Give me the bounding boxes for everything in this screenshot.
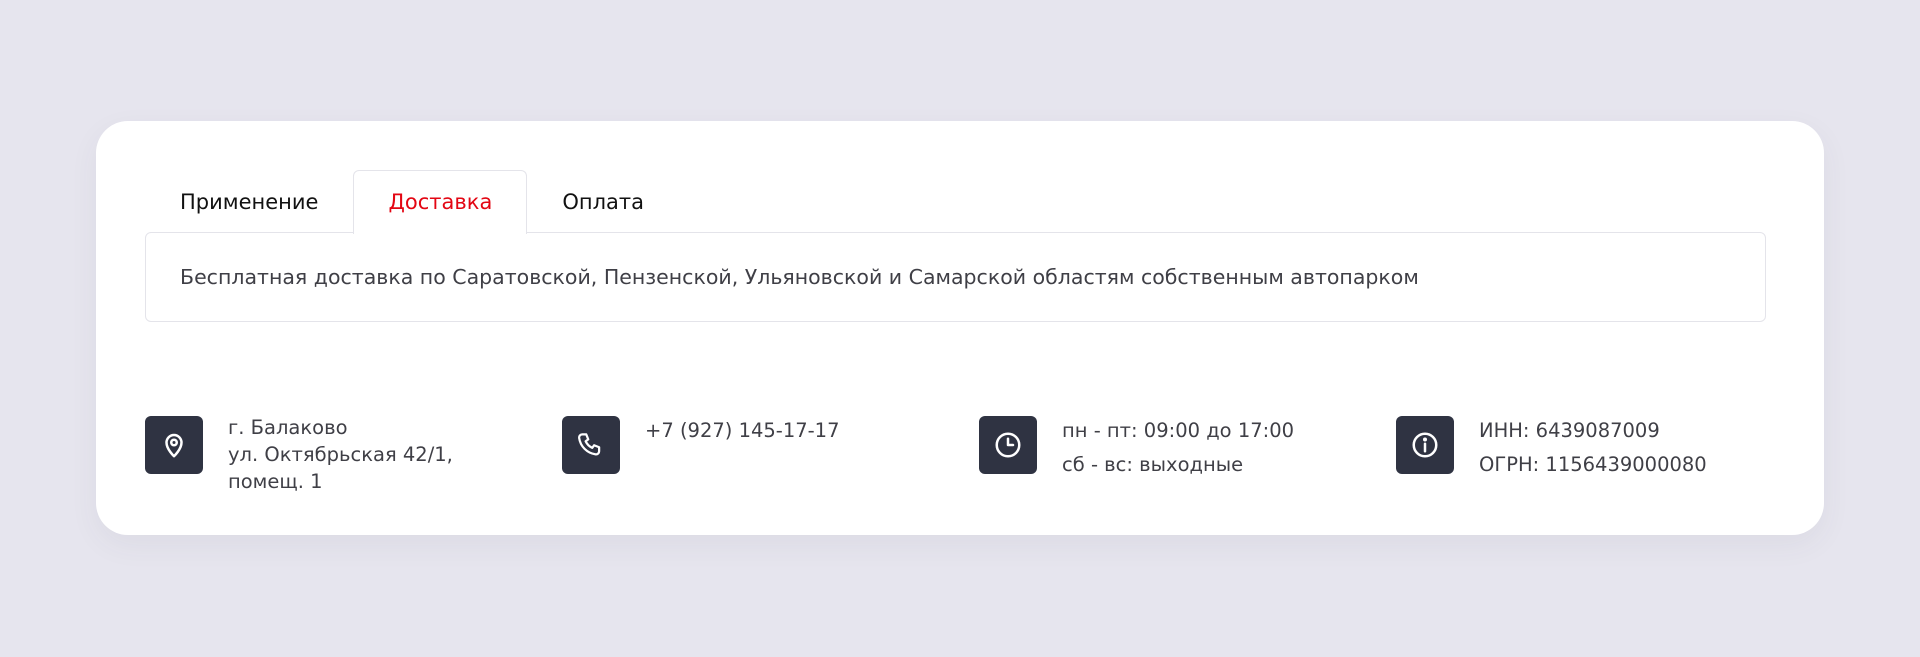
info-card: Применение Доставка Оплата Бесплатная до… (96, 121, 1824, 535)
phone-icon (562, 416, 620, 474)
hours-weekdays: пн - пт: 09:00 до 17:00 (1062, 419, 1295, 442)
clock-icon (979, 416, 1037, 474)
inn-value: ИНН: 6439087009 (1479, 419, 1660, 442)
hours-text: пн - пт: 09:00 до 17:00 сб - вс: выходны… (1062, 414, 1294, 482)
contacts-row: г. Балаково ул. Октябрьская 42/1, помещ.… (145, 416, 1805, 516)
tab-delivery[interactable]: Доставка (353, 170, 528, 234)
hours-weekend: сб - вс: выходные (1062, 453, 1244, 476)
address-street: ул. Октябрьская 42/1, (228, 443, 453, 466)
address-city: г. Балаково (228, 416, 348, 439)
address-room: помещ. 1 (228, 470, 323, 493)
tab-application[interactable]: Применение (145, 170, 353, 232)
tab-payment[interactable]: Оплата (527, 170, 679, 232)
phone-text: +7 (927) 145-17-17 (645, 414, 840, 448)
ogrn-value: ОГРН: 1156439000080 (1479, 453, 1707, 476)
hours-block: пн - пт: 09:00 до 17:00 сб - вс: выходны… (979, 416, 1379, 516)
requisites-block: ИНН: 6439087009 ОГРН: 1156439000080 (1396, 416, 1796, 516)
phone-block: +7 (927) 145-17-17 (562, 416, 962, 516)
address-text: г. Балаково ул. Октябрьская 42/1, помещ.… (228, 414, 453, 495)
tab-panel: Бесплатная доставка по Саратовской, Пенз… (145, 232, 1766, 322)
info-icon (1396, 416, 1454, 474)
requisites-text: ИНН: 6439087009 ОГРН: 1156439000080 (1479, 414, 1707, 482)
phone-number[interactable]: +7 (927) 145-17-17 (645, 414, 840, 448)
address-block: г. Балаково ул. Октябрьская 42/1, помещ.… (145, 416, 545, 516)
tab-bar: Применение Доставка Оплата (145, 170, 679, 234)
delivery-description: Бесплатная доставка по Саратовской, Пенз… (180, 265, 1419, 289)
location-pin-icon (145, 416, 203, 474)
